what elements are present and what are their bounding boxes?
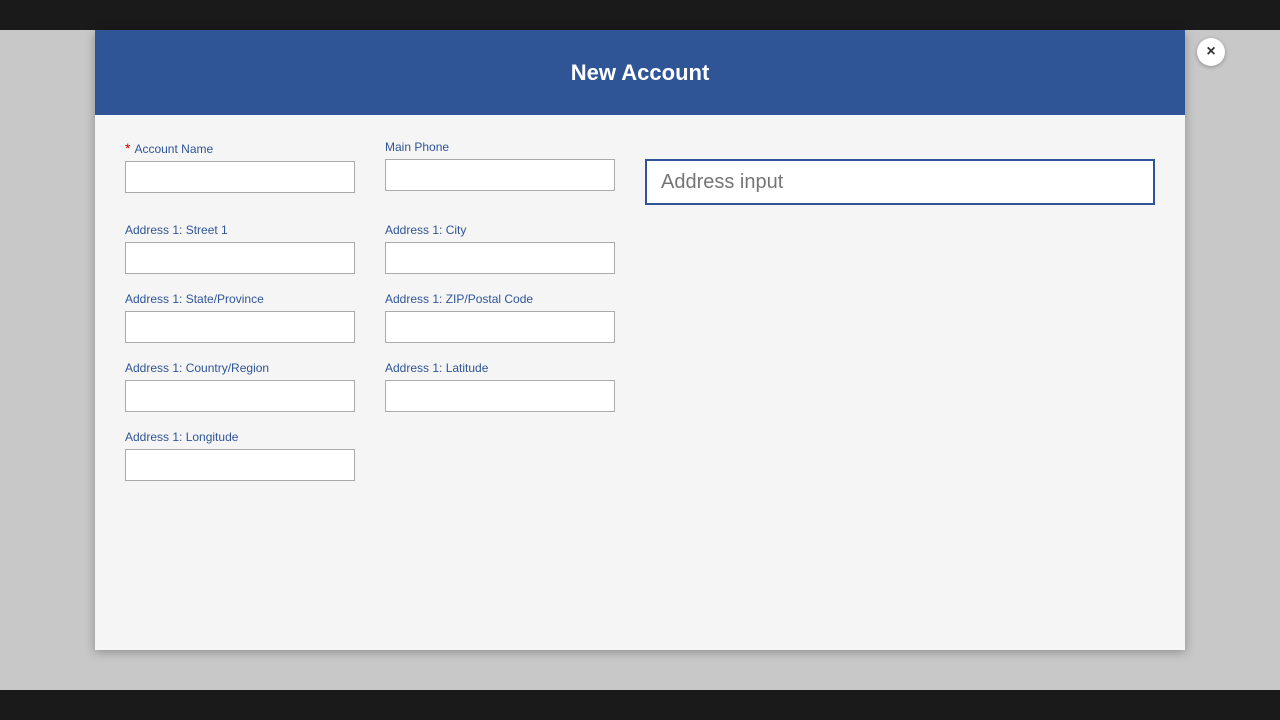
modal-wrapper: New Account × * Account Name Main Phone bbox=[0, 30, 1280, 690]
country-label: Address 1: Country/Region bbox=[125, 361, 355, 375]
country-group: Address 1: Country/Region bbox=[125, 361, 355, 412]
modal-body: * Account Name Main Phone bbox=[95, 115, 1185, 650]
latitude-label: Address 1: Latitude bbox=[385, 361, 615, 375]
street1-group: Address 1: Street 1 bbox=[125, 223, 355, 274]
address-input-field[interactable] bbox=[645, 159, 1155, 205]
account-name-label: Account Name bbox=[134, 142, 213, 156]
modal: New Account × * Account Name Main Phone bbox=[95, 30, 1185, 650]
top-bar bbox=[0, 0, 1280, 30]
zip-label: Address 1: ZIP/Postal Code bbox=[385, 292, 615, 306]
city-label: Address 1: City bbox=[385, 223, 615, 237]
main-phone-input[interactable] bbox=[385, 159, 615, 191]
zip-input[interactable] bbox=[385, 311, 615, 343]
state-input[interactable] bbox=[125, 311, 355, 343]
latitude-group: Address 1: Latitude bbox=[385, 361, 615, 412]
longitude-group: Address 1: Longitude bbox=[125, 430, 355, 481]
modal-header: New Account × bbox=[95, 30, 1185, 115]
country-input[interactable] bbox=[125, 380, 355, 412]
city-group: Address 1: City bbox=[385, 223, 615, 274]
state-label: Address 1: State/Province bbox=[125, 292, 355, 306]
zip-group: Address 1: ZIP/Postal Code bbox=[385, 292, 615, 343]
street1-input[interactable] bbox=[125, 242, 355, 274]
street1-label: Address 1: Street 1 bbox=[125, 223, 355, 237]
latitude-input[interactable] bbox=[385, 380, 615, 412]
bottom-bar bbox=[0, 690, 1280, 720]
longitude-label: Address 1: Longitude bbox=[125, 430, 355, 444]
address-fields-section: Address 1: Street 1 Address 1: City Addr… bbox=[125, 223, 1155, 499]
longitude-input[interactable] bbox=[125, 449, 355, 481]
modal-title: New Account bbox=[571, 60, 710, 86]
city-input[interactable] bbox=[385, 242, 615, 274]
address-input-group bbox=[645, 140, 1155, 205]
close-button[interactable]: × bbox=[1197, 38, 1225, 66]
main-phone-label: Main Phone bbox=[385, 140, 615, 154]
required-indicator: * bbox=[125, 140, 130, 156]
account-name-group: * Account Name bbox=[125, 140, 355, 193]
account-name-input[interactable] bbox=[125, 161, 355, 193]
state-group: Address 1: State/Province bbox=[125, 292, 355, 343]
main-phone-group: Main Phone bbox=[385, 140, 615, 191]
